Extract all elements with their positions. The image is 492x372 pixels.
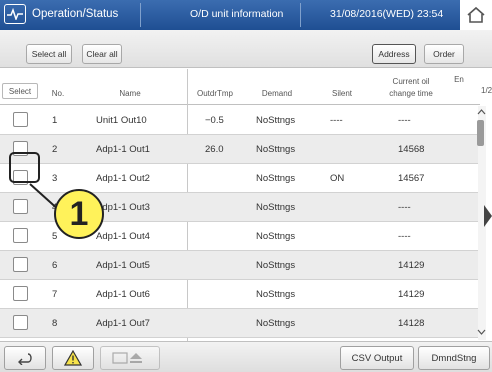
home-button[interactable] xyxy=(460,0,492,30)
select-column-button[interactable]: Select xyxy=(2,83,38,99)
row-name: Unit1 Out10 xyxy=(96,115,147,126)
row-checkbox[interactable] xyxy=(13,315,28,330)
address-sort-button[interactable]: Address xyxy=(372,44,416,64)
row-name: Adp1-1 Out2 xyxy=(96,173,150,184)
scroll-down-icon[interactable] xyxy=(477,328,486,336)
row-checkbox[interactable] xyxy=(13,257,28,272)
home-icon xyxy=(467,6,485,23)
page-indicator: 1/2 xyxy=(481,86,492,95)
header-divider xyxy=(140,3,141,27)
column-oil-line2: change time xyxy=(389,89,433,98)
row-oil-time: 14129 xyxy=(398,289,425,300)
table-row[interactable]: 8 Adp1-1 Out7 NoSttngs 14128 xyxy=(0,309,478,338)
header-divider xyxy=(300,3,301,27)
row-demand: NoSttngs xyxy=(256,231,296,242)
highlight-frame xyxy=(9,152,40,183)
media-eject-icon xyxy=(112,352,142,364)
row-demand: NoSttngs xyxy=(256,202,296,213)
scroll-up-icon[interactable] xyxy=(477,108,486,116)
row-silent: ON xyxy=(330,173,345,184)
column-outdr-tmp: OutdrTmp xyxy=(196,89,233,98)
row-name: Adp1-1 Out5 xyxy=(96,260,150,271)
row-name: Adp1-1 Out1 xyxy=(96,144,150,155)
toolbar: Select all Clear all Address Order xyxy=(0,30,492,68)
clear-all-button[interactable]: Clear all xyxy=(82,44,122,64)
row-demand: NoSttngs xyxy=(256,144,296,155)
row-demand: NoSttngs xyxy=(256,260,296,271)
row-name: Adp1-1 Out3 xyxy=(96,202,150,213)
row-name: Adp1-1 Out7 xyxy=(96,318,150,329)
row-no: 5 xyxy=(52,231,58,242)
warning-button[interactable] xyxy=(52,346,94,370)
row-silent: ---- xyxy=(330,115,343,126)
table-row[interactable]: 1 Unit1 Out10 −0.5 NoSttngs ---- ---- xyxy=(0,106,478,135)
row-demand: NoSttngs xyxy=(256,115,296,126)
row-no: 7 xyxy=(52,289,58,300)
row-checkbox[interactable] xyxy=(13,228,28,243)
row-no: 2 xyxy=(52,144,58,155)
row-name: Adp1-1 Out6 xyxy=(96,289,150,300)
table-row[interactable]: 2 Adp1-1 Out1 26.0 NoSttngs 14568 xyxy=(0,135,478,164)
row-checkbox[interactable] xyxy=(13,199,28,214)
column-demand: Demand xyxy=(261,89,293,98)
callout-badge: 1 xyxy=(54,189,104,239)
datetime: 31/08/2016(WED) 23:54 xyxy=(330,8,444,20)
row-no: 8 xyxy=(52,318,58,329)
return-arrow-icon xyxy=(18,353,32,365)
table-row[interactable]: 6 Adp1-1 Out5 NoSttngs 14129 xyxy=(0,251,478,280)
row-no: 6 xyxy=(52,260,58,271)
row-demand: NoSttngs xyxy=(256,318,296,329)
table-row[interactable]: 3 Adp1-1 Out2 NoSttngs ON 14567 xyxy=(0,164,478,193)
row-no: 1 xyxy=(52,115,58,126)
row-oil-time: ---- xyxy=(398,115,411,126)
demand-setting-button[interactable]: DmndStng xyxy=(418,346,490,370)
bottom-bar: CSV Output DmndStng xyxy=(0,341,492,372)
column-en: En xyxy=(454,75,464,84)
row-outdr-tmp: 26.0 xyxy=(205,144,224,155)
row-checkbox[interactable] xyxy=(13,286,28,301)
column-name: Name xyxy=(119,89,141,98)
next-page-arrow-icon[interactable] xyxy=(484,205,492,227)
table-row[interactable]: 7 Adp1-1 Out6 NoSttngs 14129 xyxy=(0,280,478,309)
back-button[interactable] xyxy=(4,346,46,370)
csv-output-button[interactable]: CSV Output xyxy=(340,346,414,370)
column-silent: Silent xyxy=(331,89,352,98)
column-oil-line1: Current oil xyxy=(392,77,430,86)
header-bar: Operation/Status O/D unit information 31… xyxy=(0,0,492,30)
row-oil-time: 14129 xyxy=(398,260,425,271)
scrollbar-thumb[interactable] xyxy=(477,120,484,146)
row-oil-time: 14568 xyxy=(398,144,425,155)
row-no: 3 xyxy=(52,173,58,184)
pulse-monitor-icon[interactable] xyxy=(4,4,26,24)
column-header-row: Select No. Name OutdrTmp Demand Silent C… xyxy=(0,69,480,105)
row-outdr-tmp: −0.5 xyxy=(205,115,224,126)
row-checkbox[interactable] xyxy=(13,112,28,127)
warning-icon xyxy=(64,350,82,366)
row-name: Adp1-1 Out4 xyxy=(96,231,150,242)
row-demand: NoSttngs xyxy=(256,173,296,184)
row-oil-time: 14128 xyxy=(398,318,425,329)
media-button[interactable] xyxy=(100,346,160,370)
page-subtitle: O/D unit information xyxy=(190,8,284,20)
row-oil-time: ---- xyxy=(398,202,411,213)
page-title: Operation/Status xyxy=(32,8,119,20)
row-oil-time: 14567 xyxy=(398,173,425,184)
row-oil-time: ---- xyxy=(398,231,411,242)
column-no: No. xyxy=(51,89,65,98)
row-demand: NoSttngs xyxy=(256,289,296,300)
select-all-button[interactable]: Select all xyxy=(26,44,72,64)
order-sort-button[interactable]: Order xyxy=(424,44,464,64)
